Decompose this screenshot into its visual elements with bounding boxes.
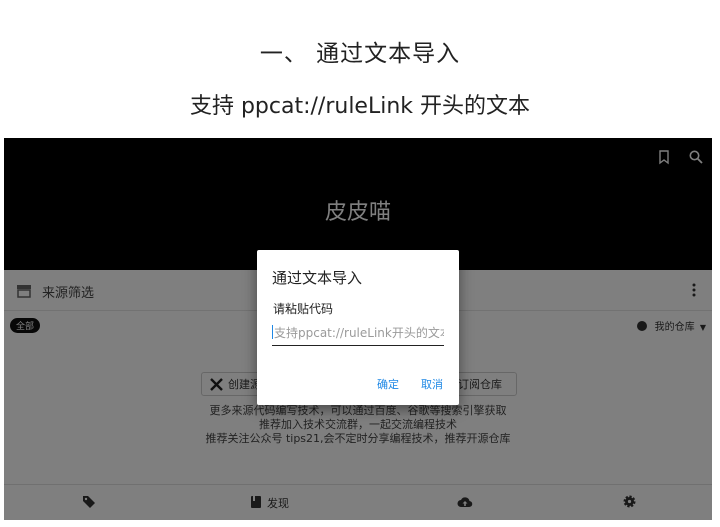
dialog-input-label: 请粘贴代码 bbox=[273, 302, 334, 316]
text-cursor bbox=[272, 325, 273, 339]
tutorial-step-heading: 一、 通过文本导入 bbox=[259, 41, 461, 67]
tutorial-step-subheading: 支持 ppcat://ruleLink 开头的文本 bbox=[189, 94, 531, 119]
text-import-dialog: 通过文本导入 请粘贴代码 确定 取消 bbox=[257, 250, 459, 405]
code-paste-input[interactable] bbox=[272, 321, 444, 346]
app-screenshot: 皮皮喵 来源筛选 全部 我的仓库 ▼ 创建源 订阅仓库 更多来源代码编写技术，可… bbox=[4, 138, 712, 520]
cancel-button[interactable]: 取消 bbox=[421, 376, 443, 392]
dialog-title: 通过文本导入 bbox=[272, 269, 363, 287]
confirm-button[interactable]: 确定 bbox=[377, 376, 399, 392]
